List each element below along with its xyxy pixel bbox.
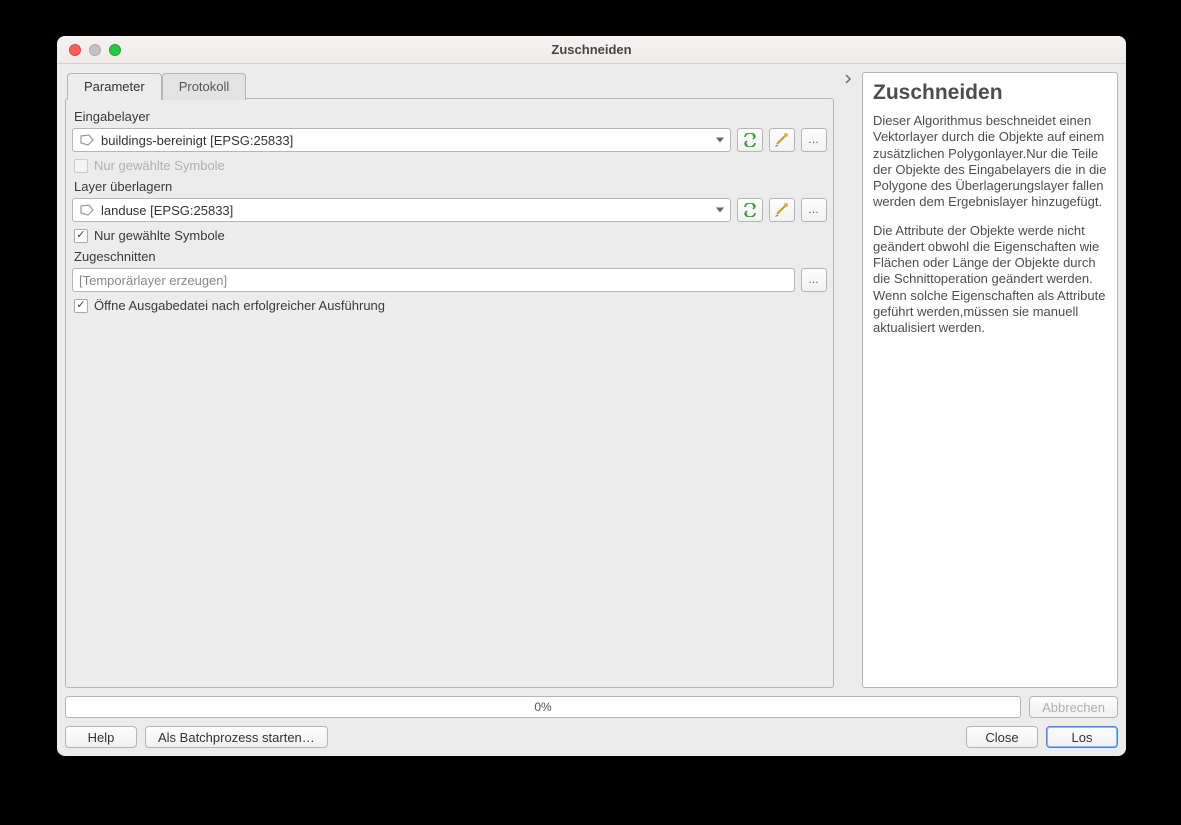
polygon-layer-icon <box>79 134 95 146</box>
iterate-features-button[interactable] <box>737 128 763 152</box>
window-zoom-button[interactable] <box>109 44 121 56</box>
close-button[interactable]: Close <box>966 726 1038 748</box>
window-minimize-button[interactable] <box>89 44 101 56</box>
output-path-input[interactable]: [Temporärlayer erzeugen] <box>72 268 795 292</box>
window-title: Zuschneiden <box>57 42 1126 57</box>
progress-row: 0% Abbrechen <box>65 696 1118 718</box>
overlay-only-selected-checkbox[interactable] <box>74 229 88 243</box>
help-button[interactable]: Help <box>65 726 137 748</box>
tab-parameter[interactable]: Parameter <box>67 73 162 100</box>
parameters-panel: Eingabelayer buildings-bereinigt [EPSG:2… <box>65 98 834 688</box>
input-layer-label: Eingabelayer <box>74 109 825 124</box>
left-panel: Parameter Protokoll Eingabelayer buildin… <box>65 72 834 688</box>
help-paragraph: Die Attribute der Objekte werde nicht ge… <box>873 223 1107 337</box>
output-label: Zugeschnitten <box>74 249 825 264</box>
advanced-options-button[interactable] <box>769 128 795 152</box>
help-title: Zuschneiden <box>873 81 1107 105</box>
footer-row: Help Als Batchprozess starten… Close Los <box>65 726 1118 748</box>
input-only-selected-label: Nur gewählte Symbole <box>94 158 225 173</box>
dialog-body: Parameter Protokoll Eingabelayer buildin… <box>57 64 1126 756</box>
tab-bar: Parameter Protokoll <box>65 72 834 99</box>
batch-button[interactable]: Als Batchprozess starten… <box>145 726 328 748</box>
ellipsis-icon: … <box>808 204 820 216</box>
help-paragraph: Dieser Algorithmus beschneidet einen Vek… <box>873 113 1107 211</box>
ellipsis-icon: … <box>808 134 820 146</box>
titlebar: Zuschneiden <box>57 36 1126 64</box>
open-after-label: Öffne Ausgabedatei nach erfolgreicher Au… <box>94 298 385 313</box>
input-only-selected-row: Nur gewählte Symbole <box>74 158 825 173</box>
window-controls <box>57 44 121 56</box>
collapse-help-button[interactable] <box>842 72 854 688</box>
ellipsis-icon: … <box>808 274 820 286</box>
run-button[interactable]: Los <box>1046 726 1118 748</box>
chevron-right-icon <box>844 74 852 84</box>
dialog-window: Zuschneiden Parameter Protokoll Eingabel… <box>57 36 1126 756</box>
overlay-layer-value: landuse [EPSG:25833] <box>101 203 233 218</box>
iterate-features-button[interactable] <box>737 198 763 222</box>
output-placeholder: [Temporärlayer erzeugen] <box>79 273 227 288</box>
overlay-layer-label: Layer überlagern <box>74 179 825 194</box>
open-after-checkbox[interactable] <box>74 299 88 313</box>
browse-output-button[interactable]: … <box>801 268 827 292</box>
overlay-only-selected-row: Nur gewählte Symbole <box>74 228 825 243</box>
input-layer-value: buildings-bereinigt [EPSG:25833] <box>101 133 293 148</box>
upper-pane: Parameter Protokoll Eingabelayer buildin… <box>65 72 1118 688</box>
polygon-layer-icon <box>79 204 95 216</box>
advanced-options-button[interactable] <box>769 198 795 222</box>
overlay-only-selected-label: Nur gewählte Symbole <box>94 228 225 243</box>
progress-text: 0% <box>534 700 551 714</box>
browse-overlay-button[interactable]: … <box>801 198 827 222</box>
help-panel: Zuschneiden Dieser Algorithmus beschneid… <box>862 72 1118 688</box>
input-layer-select[interactable]: buildings-bereinigt [EPSG:25833] <box>72 128 731 152</box>
overlay-layer-select[interactable]: landuse [EPSG:25833] <box>72 198 731 222</box>
input-only-selected-checkbox <box>74 159 88 173</box>
progress-bar: 0% <box>65 696 1021 718</box>
cancel-button: Abbrechen <box>1029 696 1118 718</box>
open-after-row: Öffne Ausgabedatei nach erfolgreicher Au… <box>74 298 825 313</box>
tab-protokoll[interactable]: Protokoll <box>162 73 247 100</box>
chevron-down-icon <box>716 208 724 213</box>
chevron-down-icon <box>716 138 724 143</box>
browse-input-button[interactable]: … <box>801 128 827 152</box>
window-close-button[interactable] <box>69 44 81 56</box>
